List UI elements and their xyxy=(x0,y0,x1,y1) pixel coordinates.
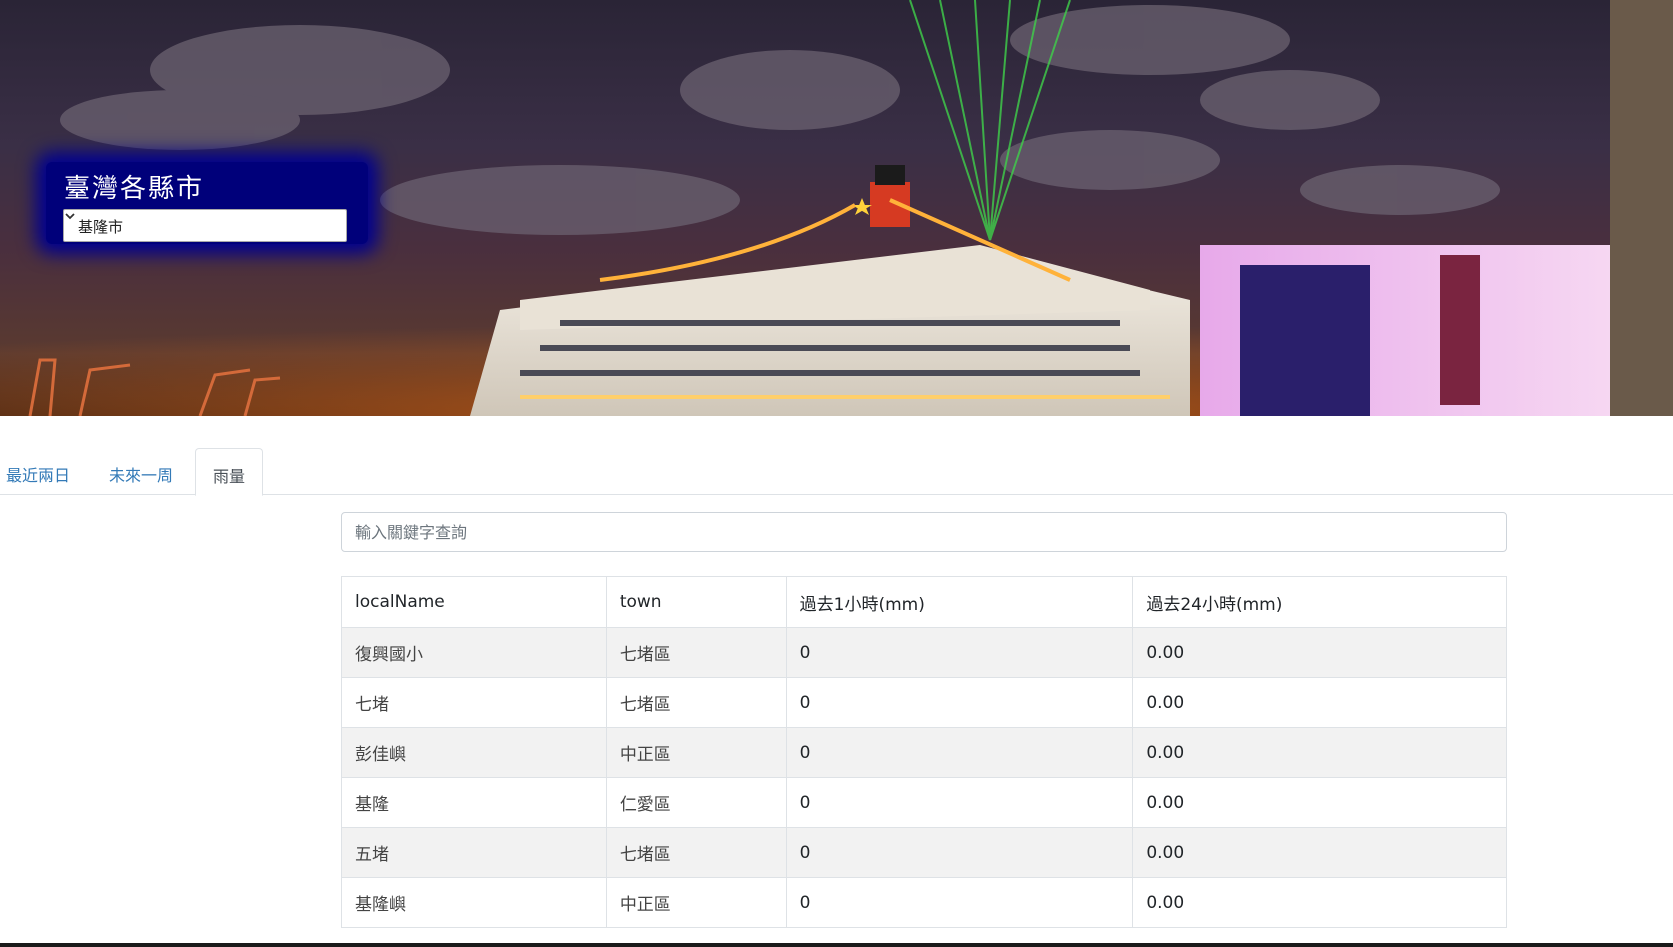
city-selector-panel: 臺灣各縣市 基隆市 xyxy=(46,162,368,244)
table-row: 彭佳嶼 中正區 0 0.00 xyxy=(341,727,1507,778)
cell-rain-1h: 0 xyxy=(785,877,1134,928)
column-header-rain-1h: 過去1小時(mm) xyxy=(785,576,1134,628)
cell-town: 中正區 xyxy=(605,727,787,778)
cell-rain-24h: 0.00 xyxy=(1132,877,1507,928)
column-header-localname: localName xyxy=(341,576,607,628)
cell-localname: 彭佳嶼 xyxy=(341,727,607,778)
tab-recent-two-days[interactable]: 最近兩日 xyxy=(6,448,70,495)
table-row: 基隆 仁愛區 0 0.00 xyxy=(341,777,1507,828)
cell-rain-24h: 0.00 xyxy=(1132,727,1507,778)
cell-town: 中正區 xyxy=(605,877,787,928)
table-row: 復興國小 七堵區 0 0.00 xyxy=(341,627,1507,678)
table-row: 五堵 七堵區 0 0.00 xyxy=(341,827,1507,878)
city-select-dropdown[interactable]: 基隆市 xyxy=(63,209,347,242)
table-row: 七堵 七堵區 0 0.00 xyxy=(341,677,1507,728)
cell-localname: 七堵 xyxy=(341,677,607,728)
table-row: 基隆嶼 中正區 0 0.00 xyxy=(341,877,1507,928)
cell-rain-1h: 0 xyxy=(785,777,1134,828)
cell-rain-1h: 0 xyxy=(785,627,1134,678)
tab-rainfall[interactable]: 雨量 xyxy=(195,448,264,496)
tab-bar: 最近兩日 未來一周 雨量 xyxy=(0,448,1673,496)
column-header-town: town xyxy=(605,576,787,628)
cell-rain-24h: 0.00 xyxy=(1132,677,1507,728)
chevron-down-icon xyxy=(65,213,75,220)
cell-town: 七堵區 xyxy=(605,627,787,678)
cell-rain-1h: 0 xyxy=(785,727,1134,778)
cell-localname: 基隆 xyxy=(341,777,607,828)
city-select-value: 基隆市 xyxy=(78,218,124,236)
cell-rain-1h: 0 xyxy=(785,827,1134,878)
cell-town: 七堵區 xyxy=(605,677,787,728)
cell-rain-1h: 0 xyxy=(785,677,1134,728)
keyword-search-input[interactable] xyxy=(341,512,1507,552)
cell-localname: 基隆嶼 xyxy=(341,877,607,928)
table-header-row: localName town 過去1小時(mm) 過去24小時(mm) xyxy=(341,576,1507,628)
cell-rain-24h: 0.00 xyxy=(1132,777,1507,828)
hero-banner: 臺灣各縣市 基隆市 xyxy=(0,0,1673,416)
cell-rain-24h: 0.00 xyxy=(1132,627,1507,678)
cell-town: 七堵區 xyxy=(605,827,787,878)
city-selector-title: 臺灣各縣市 xyxy=(64,174,205,204)
cell-town: 仁愛區 xyxy=(605,777,787,828)
column-header-rain-24h: 過去24小時(mm) xyxy=(1132,576,1507,628)
cell-localname: 復興國小 xyxy=(341,627,607,678)
tab-next-week[interactable]: 未來一周 xyxy=(109,448,173,495)
cell-rain-24h: 0.00 xyxy=(1132,827,1507,878)
rainfall-table: localName town 過去1小時(mm) 過去24小時(mm) 復興國小… xyxy=(341,576,1507,928)
bottom-edge-bar xyxy=(0,943,1673,947)
cell-localname: 五堵 xyxy=(341,827,607,878)
